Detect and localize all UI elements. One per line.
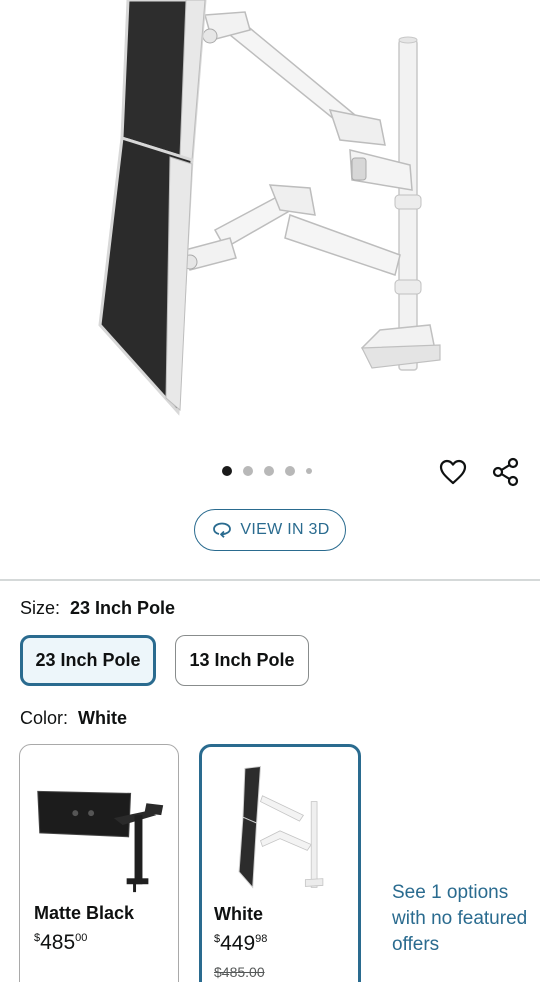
color-selected-value: White xyxy=(78,708,128,728)
rotate-3d-icon xyxy=(213,522,232,538)
color-option-matte-black[interactable]: Matte Black $48500 xyxy=(19,744,179,982)
carousel-dot[interactable] xyxy=(306,468,312,474)
color-option-price: $48500 xyxy=(34,931,87,955)
size-option-13-inch-pole[interactable]: 13 Inch Pole xyxy=(175,635,309,686)
list-price: $485.00 xyxy=(214,964,265,980)
color-label: Color: xyxy=(20,708,69,728)
share-icon xyxy=(492,457,519,487)
price-fraction: 00 xyxy=(75,932,88,944)
wishlist-button[interactable] xyxy=(437,456,469,488)
see-options-link[interactable]: See 1 options with no featured offers xyxy=(392,880,532,958)
carousel-dot[interactable] xyxy=(222,466,232,476)
color-option-price: $44998 xyxy=(214,932,267,956)
price-whole: 485 xyxy=(40,931,76,954)
color-option-white[interactable]: White $44998 $485.00 xyxy=(199,744,361,982)
carousel-dot[interactable] xyxy=(264,466,274,476)
size-option-23-inch-pole[interactable]: 23 Inch Pole xyxy=(20,635,156,686)
carousel-dot[interactable] xyxy=(285,466,295,476)
size-selected-value: 23 Inch Pole xyxy=(70,598,176,618)
color-option-name: White xyxy=(214,904,263,924)
price-fraction: 98 xyxy=(255,933,268,945)
matte-black-thumbnail xyxy=(37,790,164,893)
color-option-name: Matte Black xyxy=(34,903,135,923)
size-label-row: Size: 23 Inch Pole xyxy=(20,598,175,619)
carousel-indicator[interactable] xyxy=(222,466,312,476)
view-in-3d-label: VIEW IN 3D xyxy=(240,521,330,538)
view-in-3d-button[interactable]: VIEW IN 3D xyxy=(194,509,346,551)
size-label: Size: xyxy=(20,598,61,618)
share-button[interactable] xyxy=(490,456,522,488)
price-whole: 449 xyxy=(220,932,256,955)
heart-icon xyxy=(439,459,467,485)
section-divider xyxy=(0,579,540,581)
color-label-row: Color: White xyxy=(20,708,127,729)
carousel-dot[interactable] xyxy=(243,466,253,476)
product-image[interactable] xyxy=(0,0,540,440)
white-thumbnail xyxy=(238,765,324,889)
